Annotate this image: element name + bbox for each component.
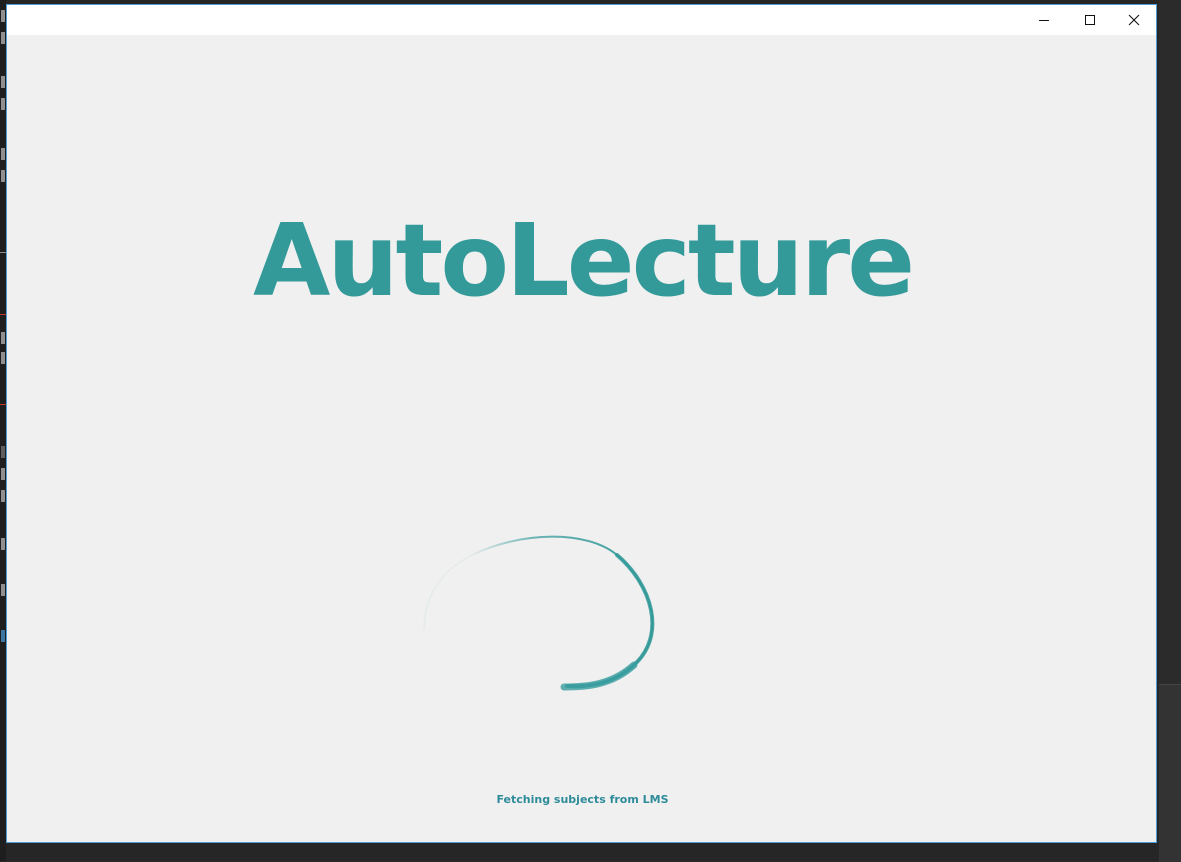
background-text-fragment xyxy=(1,170,5,182)
background-text-fragment xyxy=(1,468,5,480)
background-text-fragment xyxy=(1,490,5,502)
minimize-button[interactable] xyxy=(1021,5,1067,35)
minimize-icon xyxy=(1039,20,1049,21)
background-panel-right xyxy=(1159,684,1181,862)
background-text-fragment xyxy=(1,76,5,88)
background-text-fragment xyxy=(1,352,5,364)
background-text-fragment xyxy=(1,630,5,642)
splash-window: AutoLecture Fetching subjects from LMS xyxy=(6,4,1157,843)
background-text-fragment xyxy=(1,98,5,110)
maximize-button[interactable] xyxy=(1067,5,1113,35)
maximize-icon xyxy=(1085,15,1095,25)
close-button[interactable] xyxy=(1111,5,1156,35)
background-text-fragment xyxy=(1,446,5,458)
background-text-fragment xyxy=(1,584,5,596)
background-text-fragment xyxy=(1,32,5,44)
loading-status-text: Fetching subjects from LMS xyxy=(496,793,669,806)
title-bar[interactable] xyxy=(7,5,1156,35)
background-text-fragment xyxy=(1,148,5,160)
splash-content: AutoLecture Fetching subjects from LMS xyxy=(7,35,1156,842)
background-text-fragment xyxy=(1,332,5,344)
app-title: AutoLecture xyxy=(252,202,915,319)
loading-spinner-icon xyxy=(423,535,655,691)
background-text-fragment xyxy=(1,10,5,22)
background-text-fragment xyxy=(1,538,5,550)
close-icon xyxy=(1128,14,1140,26)
